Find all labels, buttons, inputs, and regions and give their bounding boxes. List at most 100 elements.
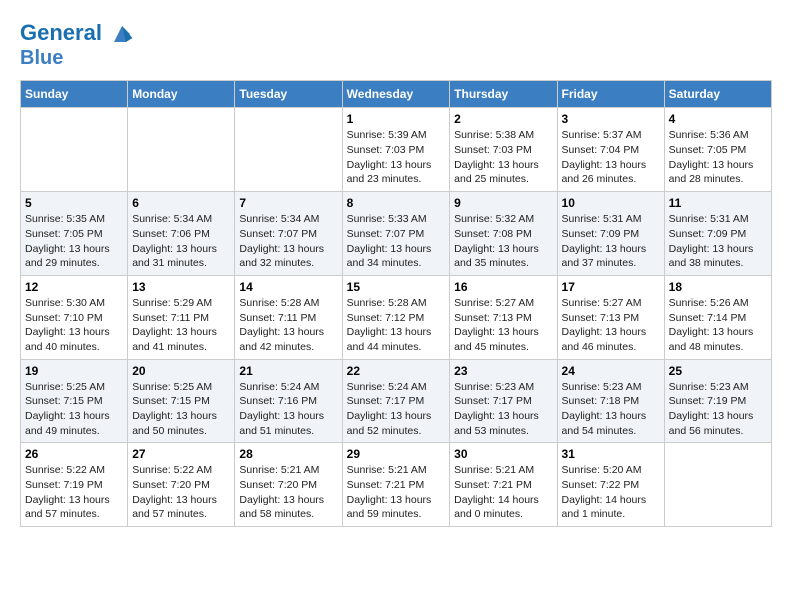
day-number: 31 [562, 447, 660, 461]
calendar-table: SundayMondayTuesdayWednesdayThursdayFrid… [20, 80, 772, 527]
day-info: Sunrise: 5:39 AMSunset: 7:03 PMDaylight:… [347, 128, 446, 187]
calendar-cell: 15 Sunrise: 5:28 AMSunset: 7:12 PMDayligh… [342, 275, 450, 359]
calendar-cell: 11Sunrise: 5:31 AMSunset: 7:09 PMDayligh… [664, 192, 771, 276]
day-info: Sunrise: 5:22 AMSunset: 7:19 PMDaylight:… [25, 463, 123, 522]
day-info: Sunrise: 5:28 AMSunset: 7:12 PMDaylight:… [347, 296, 446, 355]
day-number: 30 [454, 447, 552, 461]
day-info: Sunrise: 5:31 AMSunset: 7:09 PMDaylight:… [669, 212, 767, 271]
day-info: Sunrise: 5:33 AMSunset: 7:07 PMDaylight:… [347, 212, 446, 271]
day-number: 2 [454, 112, 552, 126]
day-number: 27 [132, 447, 230, 461]
calendar-cell [21, 108, 128, 192]
calendar-cell: 22 Sunrise: 5:24 AMSunset: 7:17 PMDayligh… [342, 359, 450, 443]
day-info: Sunrise: 5:26 AMSunset: 7:14 PMDaylight:… [669, 296, 767, 355]
day-number: 4 [669, 112, 767, 126]
calendar-cell: 19 Sunrise: 5:25 AMSunset: 7:15 PMDayligh… [21, 359, 128, 443]
day-info: Sunrise: 5:22 AMSunset: 7:20 PMDaylight:… [132, 463, 230, 522]
day-info: Sunrise: 5:21 AMSunset: 7:21 PMDaylight:… [454, 463, 552, 522]
calendar-cell: 17 Sunrise: 5:27 AMSunset: 7:13 PMDayligh… [557, 275, 664, 359]
calendar-cell: 12Sunrise: 5:30 AMSunset: 7:10 PMDayligh… [21, 275, 128, 359]
weekday-header: Friday [557, 81, 664, 108]
calendar-week-row: 5 Sunrise: 5:35 AMSunset: 7:05 PMDaylight… [21, 192, 772, 276]
calendar-cell: 13Sunrise: 5:29 AMSunset: 7:11 PMDayligh… [128, 275, 235, 359]
calendar-cell [664, 443, 771, 527]
calendar-cell: 24Sunrise: 5:23 AMSunset: 7:18 PMDayligh… [557, 359, 664, 443]
day-info: Sunrise: 5:32 AMSunset: 7:08 PMDaylight:… [454, 212, 552, 271]
weekday-header: Saturday [664, 81, 771, 108]
day-info: Sunrise: 5:34 AMSunset: 7:06 PMDaylight:… [132, 212, 230, 271]
day-number: 3 [562, 112, 660, 126]
day-number: 15 [347, 280, 446, 294]
calendar-cell: 31 Sunrise: 5:20 AMSunset: 7:22 PMDayligh… [557, 443, 664, 527]
weekday-header: Thursday [450, 81, 557, 108]
day-number: 7 [239, 196, 337, 210]
calendar-cell: 1 Sunrise: 5:39 AMSunset: 7:03 PMDaylight… [342, 108, 450, 192]
calendar-week-row: 12Sunrise: 5:30 AMSunset: 7:10 PMDayligh… [21, 275, 772, 359]
logo-text: General [20, 20, 134, 46]
page-header: General Blue [20, 20, 772, 70]
day-info: Sunrise: 5:24 AMSunset: 7:17 PMDaylight:… [347, 380, 446, 439]
day-info: Sunrise: 5:24 AMSunset: 7:16 PMDaylight:… [239, 380, 337, 439]
calendar-week-row: 19 Sunrise: 5:25 AMSunset: 7:15 PMDayligh… [21, 359, 772, 443]
day-number: 5 [25, 196, 123, 210]
day-info: Sunrise: 5:25 AMSunset: 7:15 PMDaylight:… [25, 380, 123, 439]
day-info: Sunrise: 5:31 AMSunset: 7:09 PMDaylight:… [562, 212, 660, 271]
calendar-cell: 4 Sunrise: 5:36 AMSunset: 7:05 PMDaylight… [664, 108, 771, 192]
calendar-cell: 23 Sunrise: 5:23 AMSunset: 7:17 PMDayligh… [450, 359, 557, 443]
calendar-cell: 16 Sunrise: 5:27 AMSunset: 7:13 PMDayligh… [450, 275, 557, 359]
calendar-cell [235, 108, 342, 192]
day-info: Sunrise: 5:37 AMSunset: 7:04 PMDaylight:… [562, 128, 660, 187]
logo-blue-text: Blue [20, 46, 134, 70]
day-number: 14 [239, 280, 337, 294]
calendar-cell: 10 Sunrise: 5:31 AMSunset: 7:09 PMDayligh… [557, 192, 664, 276]
day-number: 17 [562, 280, 660, 294]
weekday-header: Monday [128, 81, 235, 108]
day-info: Sunrise: 5:36 AMSunset: 7:05 PMDaylight:… [669, 128, 767, 187]
day-info: Sunrise: 5:27 AMSunset: 7:13 PMDaylight:… [562, 296, 660, 355]
day-number: 18 [669, 280, 767, 294]
calendar-cell: 20Sunrise: 5:25 AMSunset: 7:15 PMDayligh… [128, 359, 235, 443]
day-number: 16 [454, 280, 552, 294]
calendar-cell: 7Sunrise: 5:34 AMSunset: 7:07 PMDaylight… [235, 192, 342, 276]
day-number: 29 [347, 447, 446, 461]
calendar-cell: 9 Sunrise: 5:32 AMSunset: 7:08 PMDaylight… [450, 192, 557, 276]
day-number: 24 [562, 364, 660, 378]
calendar-week-row: 1 Sunrise: 5:39 AMSunset: 7:03 PMDaylight… [21, 108, 772, 192]
calendar-cell: 25 Sunrise: 5:23 AMSunset: 7:19 PMDayligh… [664, 359, 771, 443]
calendar-cell: 29 Sunrise: 5:21 AMSunset: 7:21 PMDayligh… [342, 443, 450, 527]
day-number: 10 [562, 196, 660, 210]
day-info: Sunrise: 5:23 AMSunset: 7:17 PMDaylight:… [454, 380, 552, 439]
day-number: 25 [669, 364, 767, 378]
calendar-cell [128, 108, 235, 192]
day-number: 23 [454, 364, 552, 378]
calendar-cell: 5 Sunrise: 5:35 AMSunset: 7:05 PMDaylight… [21, 192, 128, 276]
day-number: 28 [239, 447, 337, 461]
day-info: Sunrise: 5:28 AMSunset: 7:11 PMDaylight:… [239, 296, 337, 355]
day-number: 21 [239, 364, 337, 378]
logo: General Blue [20, 20, 134, 70]
day-info: Sunrise: 5:25 AMSunset: 7:15 PMDaylight:… [132, 380, 230, 439]
day-number: 19 [25, 364, 123, 378]
day-number: 1 [347, 112, 446, 126]
weekday-header: Sunday [21, 81, 128, 108]
calendar-cell: 8Sunrise: 5:33 AMSunset: 7:07 PMDaylight… [342, 192, 450, 276]
weekday-header: Tuesday [235, 81, 342, 108]
day-info: Sunrise: 5:21 AMSunset: 7:21 PMDaylight:… [347, 463, 446, 522]
day-info: Sunrise: 5:23 AMSunset: 7:19 PMDaylight:… [669, 380, 767, 439]
day-number: 22 [347, 364, 446, 378]
day-number: 26 [25, 447, 123, 461]
day-number: 9 [454, 196, 552, 210]
day-info: Sunrise: 5:35 AMSunset: 7:05 PMDaylight:… [25, 212, 123, 271]
day-info: Sunrise: 5:27 AMSunset: 7:13 PMDaylight:… [454, 296, 552, 355]
calendar-cell: 26 Sunrise: 5:22 AMSunset: 7:19 PMDayligh… [21, 443, 128, 527]
day-info: Sunrise: 5:20 AMSunset: 7:22 PMDaylight:… [562, 463, 660, 522]
calendar-cell: 14 Sunrise: 5:28 AMSunset: 7:11 PMDayligh… [235, 275, 342, 359]
day-number: 6 [132, 196, 230, 210]
calendar-cell: 6 Sunrise: 5:34 AMSunset: 7:06 PMDaylight… [128, 192, 235, 276]
day-info: Sunrise: 5:21 AMSunset: 7:20 PMDaylight:… [239, 463, 337, 522]
day-number: 12 [25, 280, 123, 294]
calendar-week-row: 26 Sunrise: 5:22 AMSunset: 7:19 PMDayligh… [21, 443, 772, 527]
calendar-cell: 2 Sunrise: 5:38 AMSunset: 7:03 PMDaylight… [450, 108, 557, 192]
calendar-cell: 18 Sunrise: 5:26 AMSunset: 7:14 PMDayligh… [664, 275, 771, 359]
day-info: Sunrise: 5:38 AMSunset: 7:03 PMDaylight:… [454, 128, 552, 187]
